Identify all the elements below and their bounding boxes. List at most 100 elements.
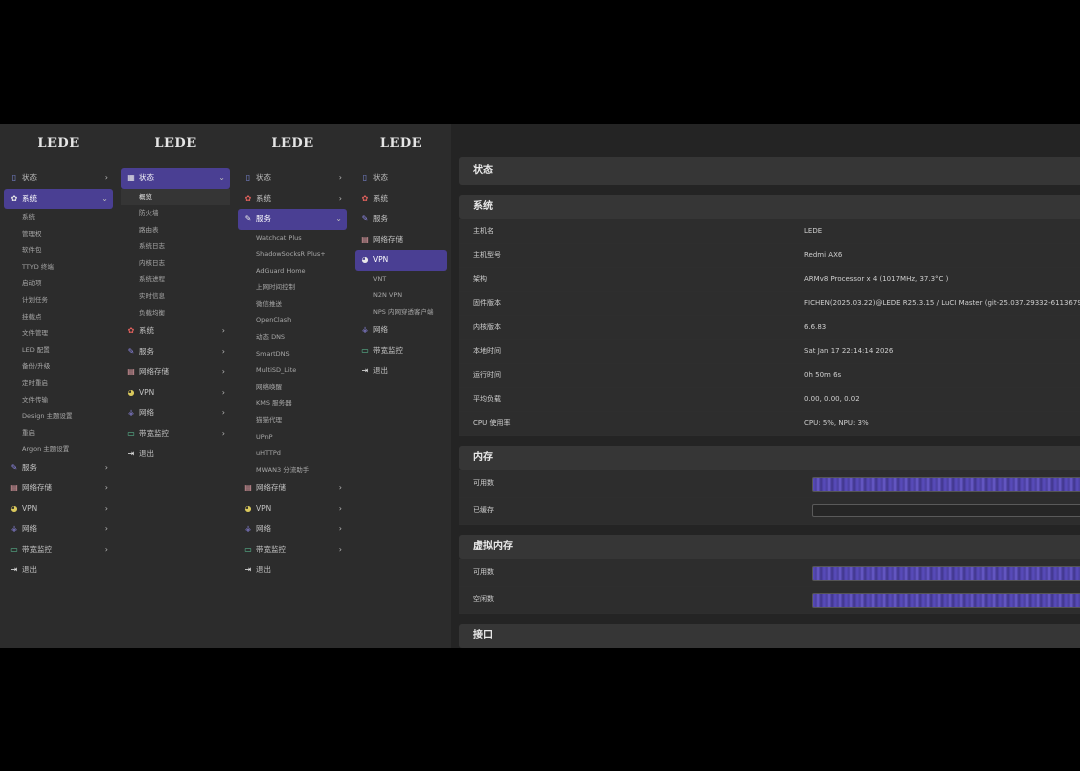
submenu-item[interactable]: 计划任务 [4,292,113,309]
gear-icon: ✿ [10,193,18,203]
sidebar-item-label: 服务 [256,214,271,223]
submenu-item[interactable]: 挂载点 [4,309,113,326]
sidebar-item[interactable]: ✎ 服务 [355,209,447,230]
submenu-item[interactable]: 系统日志 [121,238,230,255]
submenu-item[interactable]: 软件包 [4,242,113,259]
sidebar-item[interactable]: ◕ VPN › [238,499,347,520]
submenu-item[interactable]: 路由表 [121,222,230,239]
submenu-item[interactable]: KMS 服务器 [238,395,347,412]
submenu-item[interactable]: 备份/升级 [4,358,113,375]
sidebar-item[interactable]: ⇥ 退出 [238,560,347,581]
submenu-item[interactable]: NPS 内网穿透客户端 [355,304,447,321]
sidebar-item[interactable]: ✎ 服务 › [121,342,230,363]
sidebar-item[interactable]: ◕ VPN [355,250,447,271]
chevron-right-icon: › [221,387,225,397]
sidebar-item[interactable]: ▭ 带宽监控 › [121,424,230,445]
status-row-key: 架构 [473,275,487,283]
sidebar-item-label: 网络 [256,524,271,534]
sidebar-item-label: 服务 [373,214,388,223]
submenu-item[interactable]: 负载均衡 [121,305,230,322]
submenu-item[interactable]: SmartDNS [238,346,347,363]
sidebar-item[interactable]: ▯ 状态 [355,168,447,189]
sidebar-item[interactable]: ▯ 状态 › [4,168,113,189]
system-section-title: 系统 [459,195,1080,219]
submenu-item[interactable]: 网络唤醒 [238,379,347,396]
sidebar-item[interactable]: ✿ 系统 ⌄ [4,188,113,209]
sidebar-item[interactable]: ✿ 系统 › [121,321,230,342]
sidebar-item[interactable]: ✎ 服务 ⌄ [238,209,347,230]
sidebar-item-label: 网络存储 [256,483,286,493]
sidebar-item[interactable]: ⚶ 网络 [355,320,447,341]
sidebar-item[interactable]: ▤ 网络存储 › [4,478,113,499]
sidebar-item[interactable]: ⚶ 网络 › [238,519,347,540]
chevron-right-icon: › [221,367,225,377]
sidebar-item[interactable]: ▭ 带宽监控 › [238,540,347,561]
sidebar-item[interactable]: ⇥ 退出 [4,560,113,581]
chevron-right-icon: › [104,503,108,513]
submenu-item[interactable]: LED 配置 [4,342,113,359]
status-row-value: Sat Jan 17 22:14:14 2026 [804,347,894,355]
submenu-item[interactable]: 系统 [4,209,113,226]
submenu-item[interactable]: 系统进程 [121,271,230,288]
submenu-item[interactable]: 文件管理 [4,325,113,342]
submenu-item[interactable]: 上网时间控制 [238,279,347,296]
submenu-item[interactable]: TTYD 终端 [4,259,113,276]
sidebar-item[interactable]: ▤ 网络存储 › [121,362,230,383]
submenu-item[interactable]: N2N VPN [355,287,447,304]
sidebar-panel-services: LEDE ▯ 状态 › ✿ 系统 › ✎ 服务 ⌄ Watchcat Plus ShadowSock… [234,124,351,648]
submenu-item[interactable]: 定时重启 [4,375,113,392]
sidebar-item[interactable]: ▯ 状态 › [238,168,347,189]
sidebar-menu: ▯ 状态 › ✿ 系统 › ✎ 服务 ⌄ Watchcat Plus ShadowSocksR Pl… [238,168,347,581]
chevron-right-icon: › [221,346,225,356]
chevron-right-icon: › [104,462,108,472]
sidebar-item[interactable]: ⚶ 网络 › [121,403,230,424]
sidebar-item[interactable]: ✎ 服务 › [4,458,113,479]
submenu-item[interactable]: uHTTPd [238,445,347,462]
sidebar-item[interactable]: ◕ VPN › [121,383,230,404]
sidebar-item[interactable]: ◕ VPN › [4,499,113,520]
vpn-icon: ◕ [361,255,369,264]
submenu-item[interactable]: 微信推送 [238,296,347,313]
sidebar-item[interactable]: ⇥ 退出 [355,361,447,382]
sidebar-item-label: 系统 [139,326,154,336]
submenu-item[interactable]: AdGuard Home [238,263,347,280]
submenu-item[interactable]: 管理权 [4,226,113,243]
submenu-item[interactable]: MWAN3 分流助手 [238,462,347,479]
submenu-item[interactable]: 重启 [4,425,113,442]
sidebar-item[interactable]: ▤ 网络存储 › [238,478,347,499]
sidebar-item[interactable]: ▦ 状态 ⌄ [121,168,230,189]
status-icon: ▯ [11,173,17,182]
submenu-item[interactable]: 防火墙 [121,205,230,222]
sidebar-item[interactable]: ✿ 系统 › [238,189,347,210]
submenu-item[interactable]: 文件传输 [4,392,113,409]
sidebar-item[interactable]: ▭ 带宽监控 [355,341,447,362]
sidebar-item[interactable]: ▭ 带宽监控 › [4,540,113,561]
submenu-item[interactable]: 启动项 [4,275,113,292]
submenu-item[interactable]: 猫猫代理 [238,412,347,429]
submenu-item[interactable]: Design 主题设置 [4,408,113,425]
submenu-item[interactable]: ShadowSocksR Plus+ [238,246,347,263]
chevron-right-icon: › [338,193,342,203]
sidebar-item[interactable]: ✿ 系统 [355,189,447,210]
chevron-right-icon: › [221,326,225,336]
submenu-item[interactable]: MultiSD_Lite [238,362,347,379]
status-row-key: 可用数 [473,568,494,576]
submenu-item[interactable]: Watchcat Plus [238,230,347,247]
sidebar-item[interactable]: ▤ 网络存储 [355,230,447,251]
submenu-item[interactable]: VNT [355,271,447,288]
submenu-item[interactable]: 实时信息 [121,288,230,305]
submenu-item[interactable]: 内核日志 [121,255,230,272]
gear-icon: ✿ [361,193,369,203]
sidebar-item[interactable]: ⇥ 退出 [121,444,230,465]
sidebar-item-label: 带宽监控 [373,345,403,355]
submenu-item[interactable]: UPnP [238,429,347,446]
submenu-item[interactable]: 概览 [121,188,230,206]
sidebar-item-label: 带宽监控 [139,428,169,438]
sidebar-item[interactable]: ⚶ 网络 › [4,519,113,540]
submenu-item[interactable]: OpenClash [238,312,347,329]
submenu-item[interactable]: 动态 DNS [238,329,347,346]
sidebar-item-label: 带宽监控 [22,544,52,554]
sidebar-item-label: 网络 [373,325,388,335]
submenu-item[interactable]: Argon 主题设置 [4,441,113,458]
sidebar-item-label: 系统 [256,193,271,203]
